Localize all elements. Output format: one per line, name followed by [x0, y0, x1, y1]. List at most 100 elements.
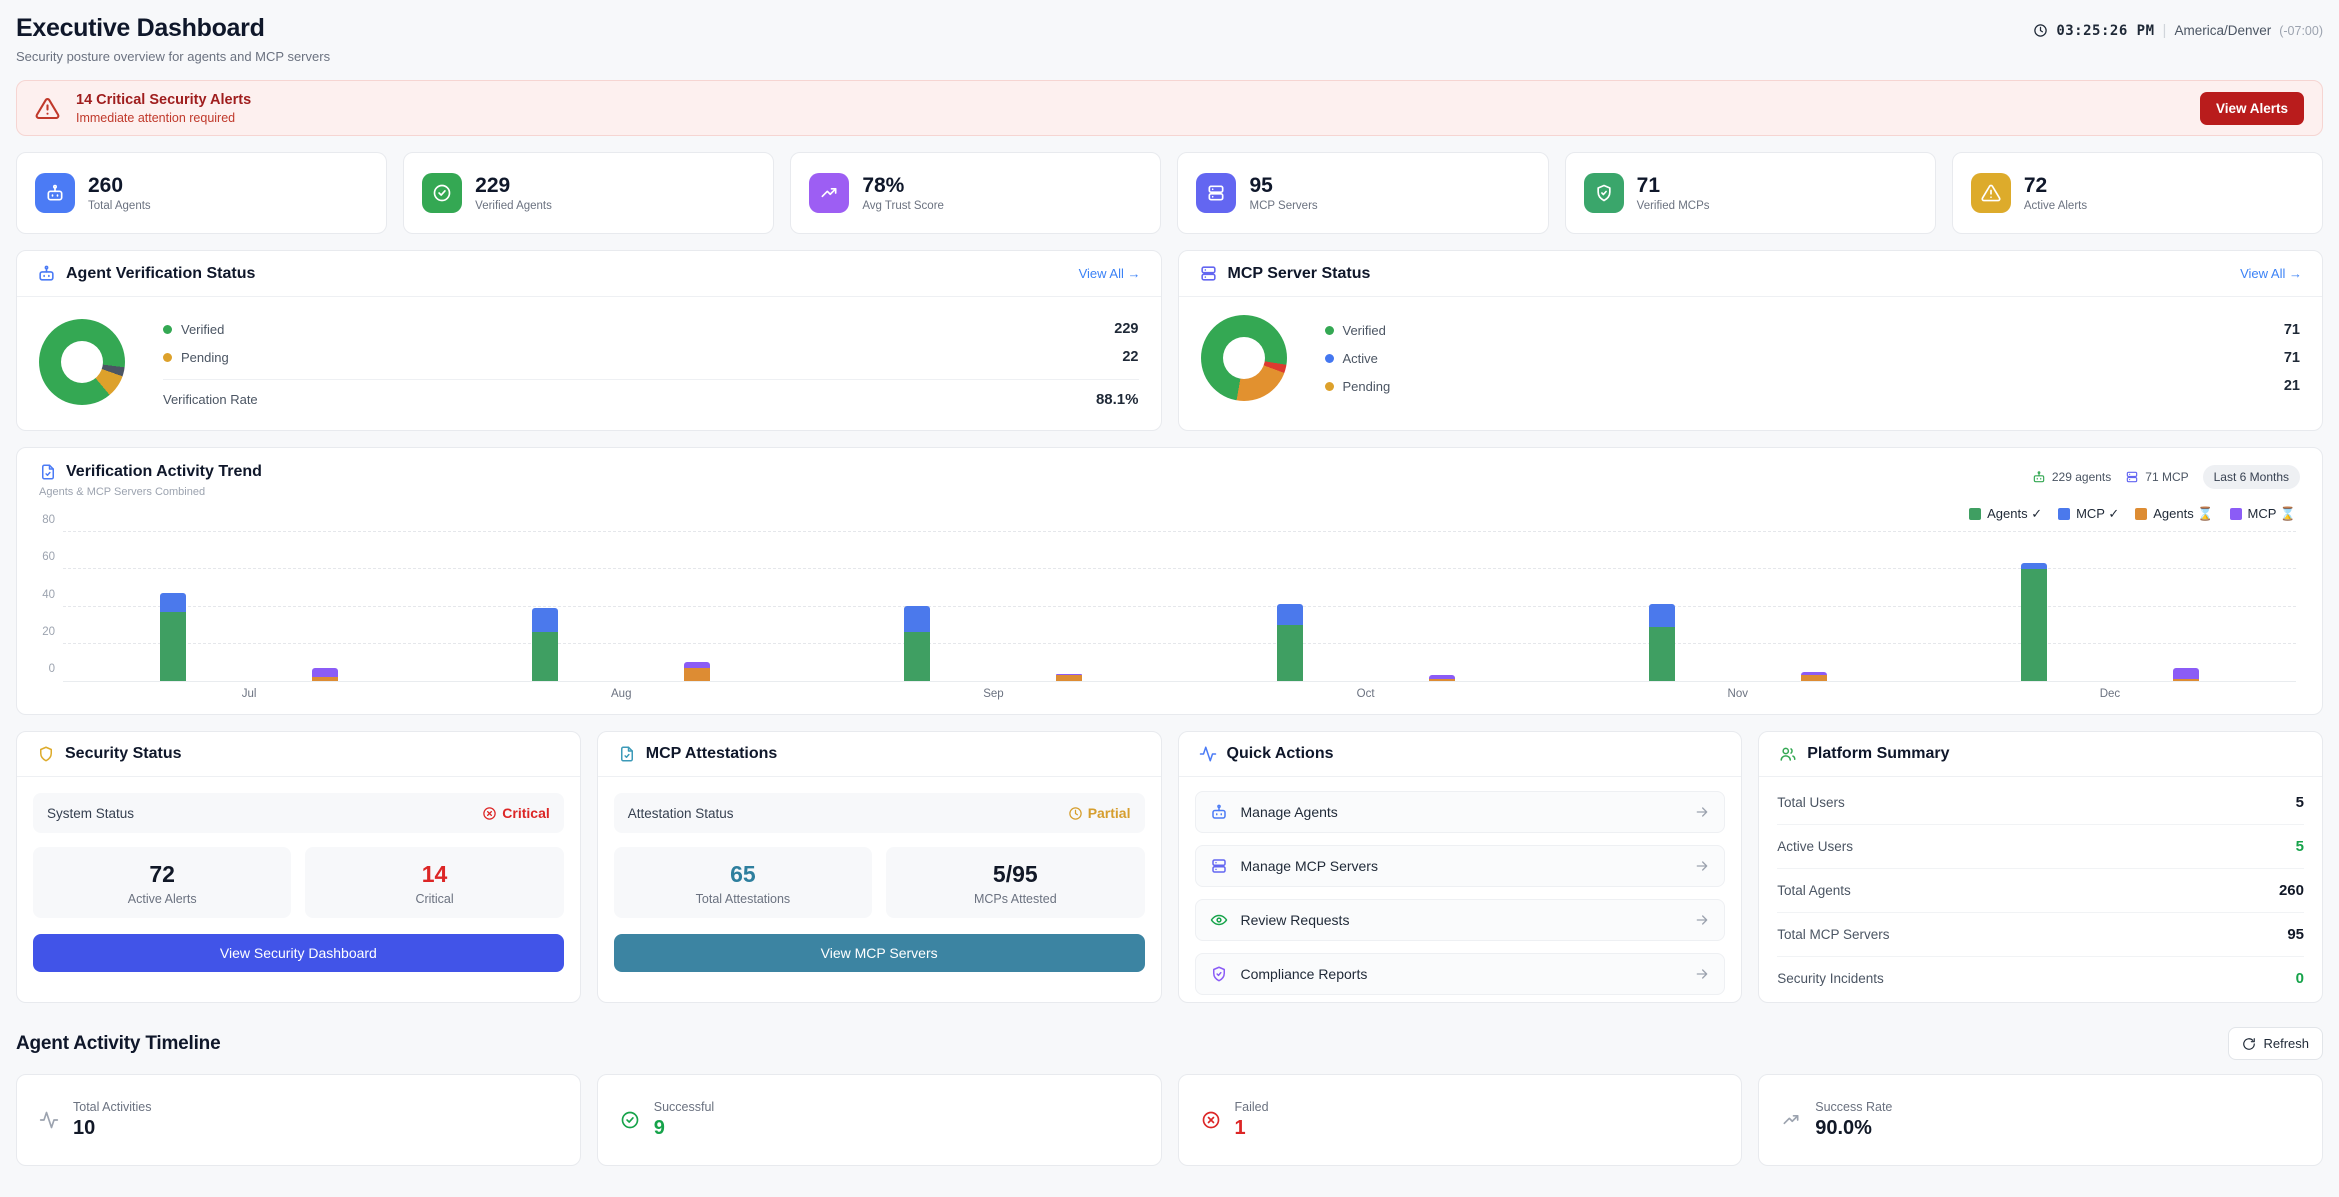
stat-value: 72 — [2024, 174, 2087, 197]
legend-text: MCP ⌛ — [2248, 506, 2296, 522]
bar-segment — [2173, 679, 2199, 681]
total-activities-card: Total Activities 10 — [16, 1074, 581, 1166]
bar-group-jul — [63, 532, 435, 681]
status-label: System Status — [47, 806, 482, 821]
trend-subtitle: Agents & MCP Servers Combined — [39, 486, 2032, 498]
row-value: 260 — [2279, 882, 2304, 899]
action-label: Manage MCP Servers — [1241, 858, 1682, 874]
summary-row-total-users: Total Users 5 — [1777, 781, 2304, 825]
mcp-count-badge: 71 MCP — [2125, 470, 2188, 484]
view-alerts-button[interactable]: View Alerts — [2200, 92, 2304, 125]
row-label: Total MCP Servers — [1777, 927, 2287, 942]
stat-card-mcp-servers: 95 MCP Servers — [1177, 152, 1548, 234]
stat-value: 90.0% — [1815, 1117, 1892, 1140]
view-all-link[interactable]: View All → — [2240, 266, 2302, 281]
badge-label: 71 MCP — [2145, 470, 2188, 484]
stat-text: 260 Total Agents — [88, 174, 151, 212]
legend-row-pending: Pending 22 — [163, 343, 1139, 371]
security-status-card: Security Status System Status Critical 7… — [16, 731, 581, 1003]
x-axis-label: Aug — [435, 688, 807, 700]
legend-text: Agents ✓ — [1987, 506, 2042, 522]
arrow-right-icon — [1694, 804, 1710, 820]
stat-value: 71 — [1637, 174, 1710, 197]
card-header: Security Status — [17, 732, 580, 777]
stat-cards-row: 260 Total Agents 229 Verified Agents 78%… — [16, 152, 2323, 234]
bar-segment — [532, 608, 558, 632]
card-title: Platform Summary — [1807, 745, 2302, 763]
stat-label: Verified MCPs — [1637, 200, 1710, 212]
legend-dot — [163, 353, 172, 362]
timeline-title: Agent Activity Timeline — [16, 1033, 2228, 1055]
stat-value: 9 — [654, 1117, 714, 1140]
legend-text: Agents ⌛ — [2153, 506, 2213, 522]
alert-text: 14 Critical Security Alerts Immediate at… — [76, 92, 2184, 125]
stat-value: 78% — [862, 174, 944, 197]
y-axis-tick: 40 — [42, 589, 55, 601]
utc-offset: (-07:00) — [2279, 24, 2323, 38]
shield-check-icon — [1210, 965, 1228, 983]
legend-item-mcp-verified: MCP ✓ — [2058, 506, 2119, 522]
summary-row-active-users: Active Users 5 — [1777, 825, 2304, 869]
stat-value: 260 — [88, 174, 151, 197]
legend-item-agents-verified: Agents ✓ — [1969, 506, 2042, 522]
trending-up-icon — [1781, 1110, 1801, 1130]
verification-trend-panel: Verification Activity Trend Agents & MCP… — [16, 447, 2323, 715]
view-mcp-servers-button[interactable]: View MCP Servers — [614, 934, 1145, 972]
stat-label: Successful — [654, 1100, 714, 1114]
row-value: 0 — [2296, 970, 2304, 987]
stat-number: 5/95 — [886, 861, 1144, 888]
bar-group-dec — [1924, 532, 2296, 681]
quick-actions-card: Quick Actions Manage Agents Manage MCP S… — [1178, 731, 1743, 1003]
pending-stack — [1056, 674, 1082, 682]
bar-segment — [532, 632, 558, 681]
arrow-right-icon — [1694, 966, 1710, 982]
legend-label: Verified — [1343, 323, 2284, 338]
alert-subtitle: Immediate attention required — [76, 111, 2184, 125]
status-badge-text: Critical — [502, 805, 549, 821]
mcp-attestations-card: MCP Attestations Attestation Status Part… — [597, 731, 1162, 1003]
quick-action-manage-mcp-servers[interactable]: Manage MCP Servers — [1195, 845, 1726, 887]
stat-caption: Active Alerts — [33, 892, 291, 906]
critical-status-badge: Critical — [482, 805, 549, 821]
bar-segment — [312, 668, 338, 677]
verified-stack — [160, 593, 186, 681]
panel-body: Verified 71 Active 71 Pending 21 — [1179, 297, 2323, 423]
bar-group-aug — [435, 532, 807, 681]
bar-segment — [1429, 679, 1455, 681]
mcps-attested-box: 5/95 MCPs Attested — [886, 847, 1144, 918]
verified-stack — [1649, 604, 1675, 681]
verified-stack — [904, 606, 930, 681]
bot-icon — [37, 264, 56, 283]
critical-alert-banner: 14 Critical Security Alerts Immediate at… — [16, 80, 2323, 136]
bar-group-oct — [1180, 532, 1552, 681]
file-check-icon — [618, 745, 636, 763]
legend-swatch — [2135, 508, 2147, 520]
bar-group-nov — [1552, 532, 1924, 681]
trend-title-wrap: Verification Activity Trend Agents & MCP… — [39, 463, 2032, 498]
x-axis-label: Sep — [807, 688, 1179, 700]
legend-dot — [1325, 354, 1334, 363]
view-all-link[interactable]: View All → — [1079, 266, 1141, 281]
legend-swatch — [2058, 508, 2070, 520]
trend-chart: 020406080 JulAugSepOctNovDec — [17, 524, 2322, 714]
legend-value: 21 — [2284, 378, 2300, 394]
successful-card: Successful 9 — [597, 1074, 1162, 1166]
quick-action-compliance-reports[interactable]: Compliance Reports — [1195, 953, 1726, 995]
quick-action-manage-agents[interactable]: Manage Agents — [1195, 791, 1726, 833]
alert-title: 14 Critical Security Alerts — [76, 92, 2184, 108]
stat-text: 229 Verified Agents — [475, 174, 552, 212]
quick-action-review-requests[interactable]: Review Requests — [1195, 899, 1726, 941]
legend-value: 71 — [2284, 350, 2300, 366]
row-label: Total Users — [1777, 795, 2295, 810]
page-title-block: Executive Dashboard Security posture ove… — [16, 14, 330, 64]
legend-row-verified: Verified 229 — [163, 315, 1139, 343]
view-security-dashboard-button[interactable]: View Security Dashboard — [33, 934, 564, 972]
y-axis-tick: 80 — [42, 514, 55, 526]
trend-header: Verification Activity Trend Agents & MCP… — [17, 448, 2322, 502]
timeline-header: Agent Activity Timeline Refresh — [16, 1027, 2323, 1060]
rate-value: 88.1% — [1096, 391, 1139, 408]
refresh-button[interactable]: Refresh — [2228, 1027, 2323, 1060]
stat-text: Success Rate 90.0% — [1815, 1100, 1892, 1140]
card-header: Platform Summary — [1759, 732, 2322, 777]
legend-value: 22 — [1122, 349, 1138, 365]
